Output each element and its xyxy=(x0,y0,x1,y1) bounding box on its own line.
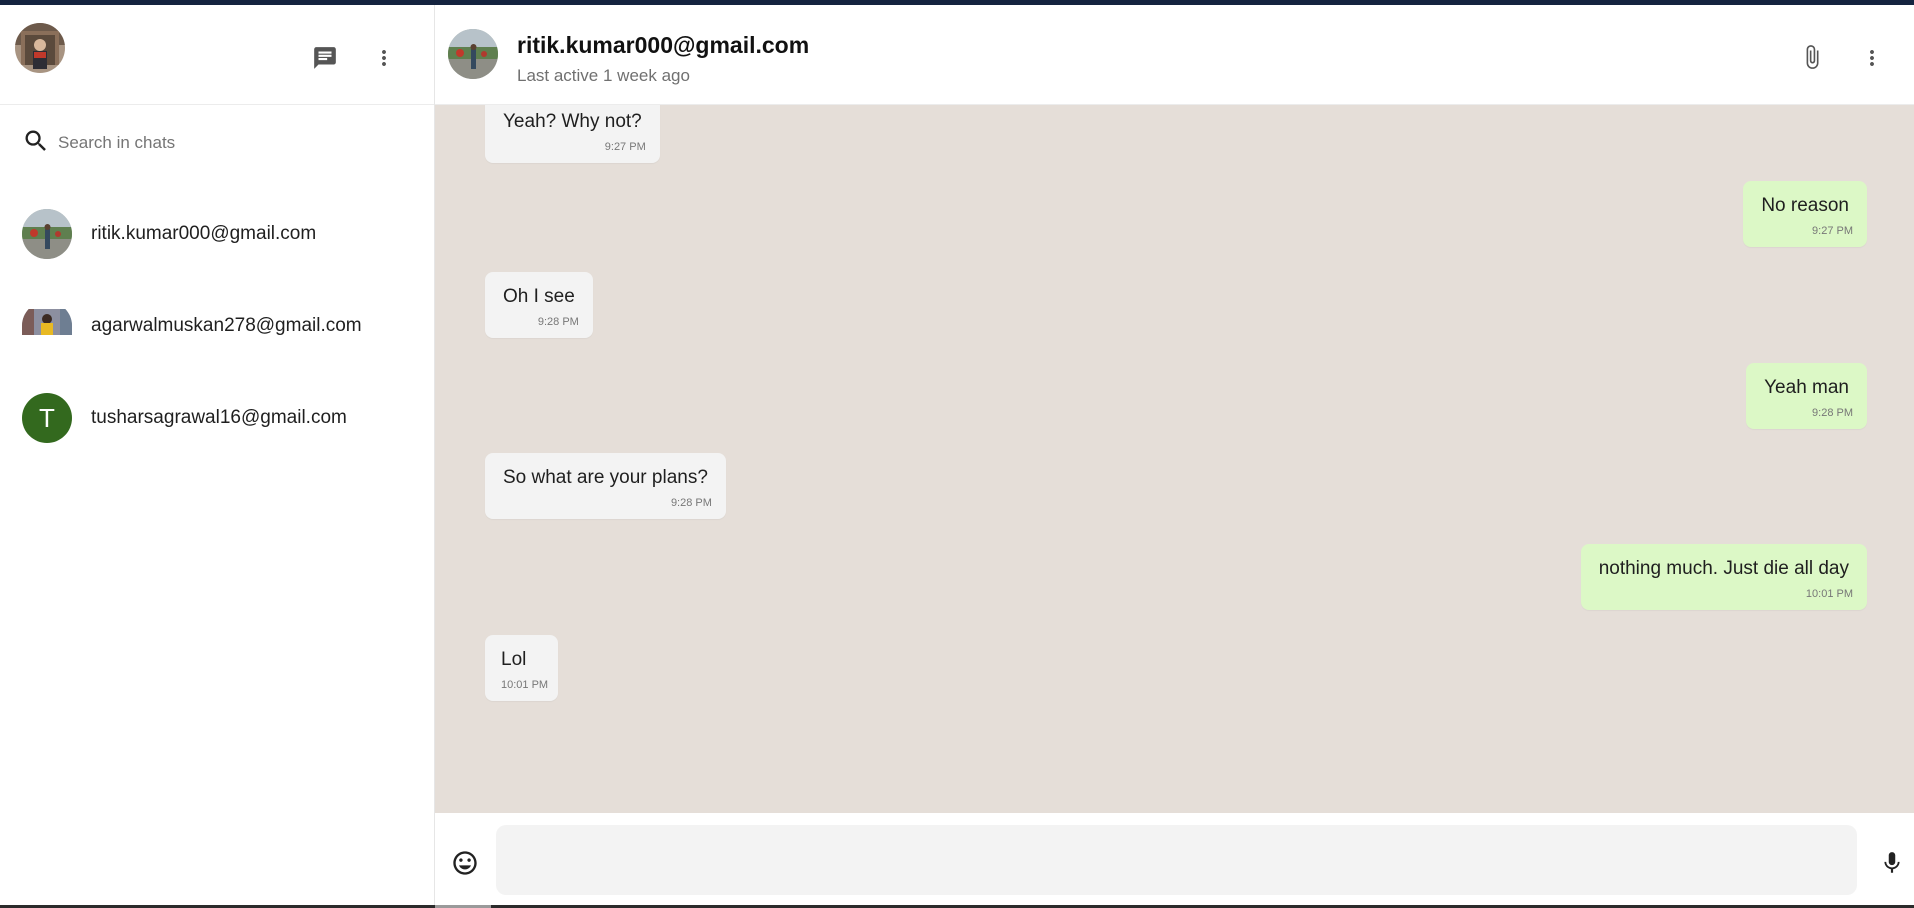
message-time: 9:27 PM xyxy=(604,141,646,153)
received-message: Lol 10:01 PM xyxy=(485,635,559,701)
contact-avatar xyxy=(22,301,72,351)
chat-contact-avatar[interactable] xyxy=(448,29,498,79)
message-text: Yeah man xyxy=(1764,377,1849,398)
contact-name: ritik.kumar000@gmail.com xyxy=(91,223,317,244)
message-text: Yeah? Why not? xyxy=(503,111,642,132)
contact-avatar: T xyxy=(22,393,72,443)
message-text: nothing much. Just die all day xyxy=(1598,558,1849,579)
last-active-status: Last active 1 week ago xyxy=(517,66,690,85)
received-message: So what are your plans? 9:28 PM xyxy=(485,453,726,519)
message-time: 9:28 PM xyxy=(1812,407,1853,419)
more-vert-icon[interactable] xyxy=(1852,38,1892,78)
sent-message: Yeah man 9:28 PM xyxy=(1746,363,1867,429)
more-vert-icon[interactable] xyxy=(364,38,404,78)
message-time: 9:28 PM xyxy=(537,316,579,328)
message-composer xyxy=(435,813,1914,908)
message-time: 9:27 PM xyxy=(1812,225,1853,237)
search-input[interactable] xyxy=(58,133,418,153)
chat-header: ritik.kumar000@gmail.com Last active 1 w… xyxy=(435,5,1914,105)
received-message: Oh I see 9:28 PM xyxy=(485,272,593,338)
sidebar: ritik.kumar000@gmail.com agarwalmuskan27… xyxy=(0,5,435,908)
sent-message: No reason 9:27 PM xyxy=(1743,181,1867,247)
mic-icon[interactable] xyxy=(1872,843,1912,883)
paperclip-icon[interactable] xyxy=(1792,35,1832,79)
message-time: 10:01 PM xyxy=(1805,588,1853,600)
sidebar-header xyxy=(0,5,434,105)
contact-avatar xyxy=(22,209,72,259)
message-text: No reason xyxy=(1761,195,1849,216)
contact-name: tusharsagrawal16@gmail.com xyxy=(91,407,347,428)
message-area: Yeah? Why not? 9:27 PM No reason 9:27 PM… xyxy=(435,105,1914,813)
message-time: 10:01 PM xyxy=(501,679,549,691)
contact-name: agarwalmuskan278@gmail.com xyxy=(91,315,362,336)
message-text: Lol xyxy=(501,649,527,670)
chat-list-item[interactable]: T tusharsagrawal16@gmail.com xyxy=(0,372,434,464)
search-icon xyxy=(22,127,50,160)
chat-list-item[interactable]: ritik.kumar000@gmail.com xyxy=(0,188,434,280)
my-avatar[interactable] xyxy=(15,23,65,73)
message-text: Oh I see xyxy=(503,286,575,307)
message-input[interactable] xyxy=(496,825,1857,895)
message-text: So what are your plans? xyxy=(503,467,708,488)
received-message: Yeah? Why not? 9:27 PM xyxy=(485,105,660,163)
chat-list: ritik.kumar000@gmail.com agarwalmuskan27… xyxy=(0,188,434,464)
chat-icon[interactable] xyxy=(305,38,345,78)
chat-panel: ritik.kumar000@gmail.com Last active 1 w… xyxy=(435,5,1914,908)
message-time: 9:28 PM xyxy=(670,497,712,509)
chat-title: ritik.kumar000@gmail.com xyxy=(517,32,810,58)
search-bar xyxy=(0,118,434,168)
chat-list-item[interactable]: agarwalmuskan278@gmail.com xyxy=(0,280,434,372)
sent-message: nothing much. Just die all day 10:01 PM xyxy=(1580,544,1867,610)
emoji-icon[interactable] xyxy=(445,843,485,883)
